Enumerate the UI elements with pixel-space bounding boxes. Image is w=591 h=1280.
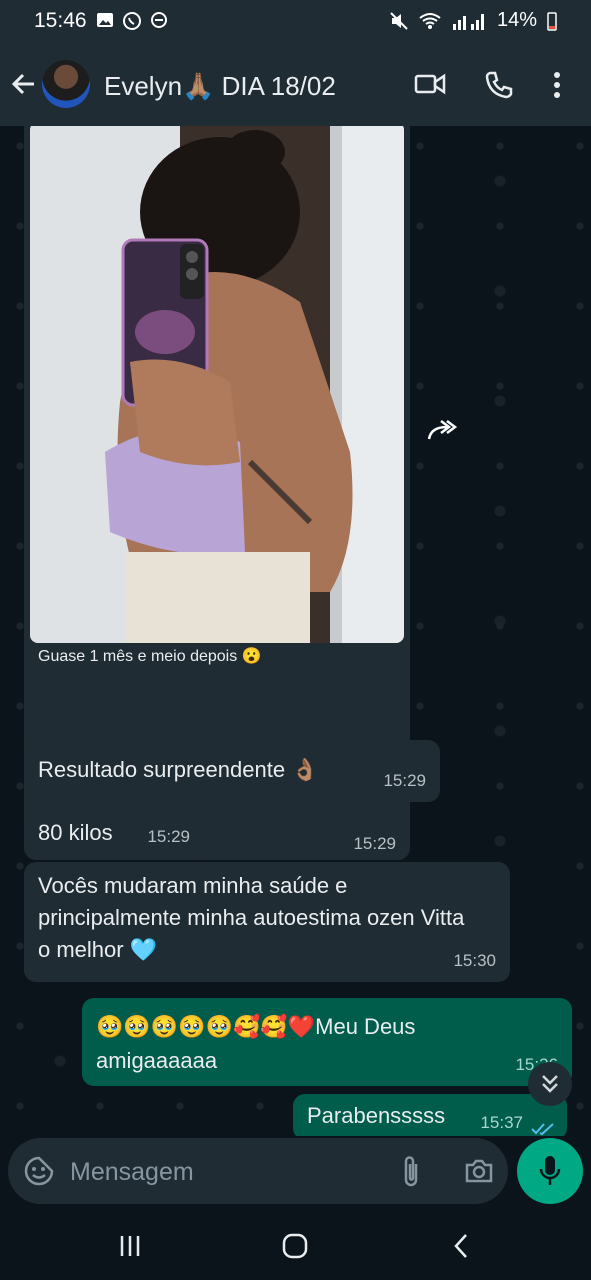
chat-header: Evelyn🙏🏽 DIA 18/02 [0,44,591,126]
gallery-notification-icon [97,13,113,27]
message-text: 80 kilos [38,820,113,845]
back-nav-icon[interactable] [452,1232,470,1260]
whatsapp-notification-icon [123,12,141,30]
message-input[interactable] [68,1150,382,1194]
status-bar: 15:46 14% [0,0,591,44]
status-time: 15:46 [34,9,87,32]
battery-icon [547,11,557,31]
microphone-icon [539,1156,561,1185]
contact-name[interactable]: Evelyn🙏🏽 DIA 18/02 [104,71,336,102]
message-photo[interactable] [30,126,404,643]
signal-icon [452,13,484,30]
read-ticks-icon [531,1123,554,1136]
message-text: Resultado surpreendente 👌🏽 [38,757,319,782]
more-options-icon[interactable] [552,70,562,100]
message-text: 🥹🥹🥹🥹🥹🥰🥰❤️Meu Deus amigaaaaaa [96,1014,416,1073]
message-time: 15:29 [383,771,426,790]
scroll-down-button[interactable] [528,1062,572,1106]
message-composer [8,1138,508,1204]
home-icon[interactable] [282,1233,308,1259]
message-time: 15:29 [147,827,190,846]
battery-percent: 14% [496,9,537,31]
message-bubble[interactable]: Vocês mudaram minha saúde e principalmen… [24,862,510,982]
dnd-icon [151,12,167,28]
contact-avatar[interactable] [42,60,90,108]
message-time: 15:29 [353,834,396,853]
message-time: 15:37 [480,1113,523,1132]
recent-apps-icon[interactable] [118,1234,142,1258]
photo-illustration [30,126,404,643]
mute-icon [390,11,408,30]
message-bubble-outgoing[interactable]: Parabensssss 15:37 [293,1094,567,1136]
wifi-icon [419,12,441,29]
message-bubble[interactable]: 80 kilos 15:29 [24,810,204,858]
message-time: 15:30 [453,951,496,970]
camera-icon[interactable] [464,1158,494,1184]
chat-area[interactable]: Guase 1 mês e meio depois 😮 15:29 Result… [0,126,591,1136]
attach-icon[interactable] [400,1154,422,1188]
message-text: Guase 1 mês e meio depois 😮 [38,648,262,665]
forward-icon [427,420,457,440]
mic-button[interactable] [517,1138,583,1204]
video-call-icon[interactable] [414,70,446,98]
voice-call-icon[interactable] [484,70,514,100]
double-chevron-down-icon [542,1075,558,1093]
message-text: Parabensssss [307,1103,446,1128]
message-bubble-outgoing[interactable]: 🥹🥹🥹🥹🥹🥰🥰❤️Meu Deus amigaaaaaa 15:36 [82,998,572,1086]
forward-button[interactable] [418,406,466,454]
back-arrow-icon[interactable] [10,70,38,98]
system-navigation-bar [0,1212,591,1280]
message-text: Vocês mudaram minha saúde e principalmen… [38,873,465,962]
message-bubble[interactable]: Resultado surpreendente 👌🏽 15:29 [24,740,440,802]
emoji-sticker-icon[interactable] [24,1156,54,1186]
